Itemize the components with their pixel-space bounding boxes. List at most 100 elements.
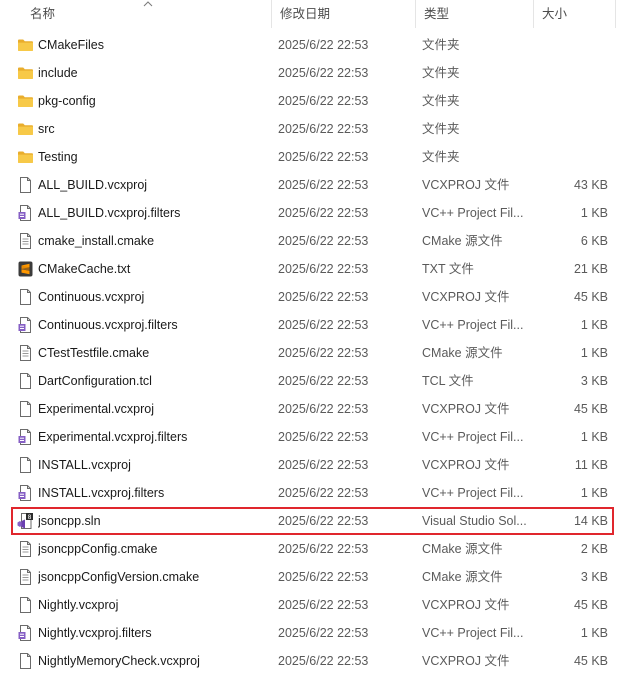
file-row[interactable]: Continuous.vcxproj.filters 2025/6/22 22:5… [0,311,627,339]
file-size: 1 KB [580,346,608,360]
vc-filters-file-icon [17,625,34,641]
folder-icon [17,93,34,109]
file-type: VC++ Project Fil... [422,626,524,640]
file-row[interactable]: Nightly.vcxproj 2025/6/22 22:53 VCXPROJ 文件… [0,591,627,619]
file-row[interactable]: include 2025/6/22 22:53 文件夹 [0,59,627,87]
file-name: INSTALL.vcxproj.filters [38,486,165,500]
text-file-icon [17,233,34,249]
file-date: 2025/6/22 22:53 [278,290,369,304]
file-date: 2025/6/22 22:53 [278,206,369,220]
file-type: 文件夹 [422,38,460,52]
sublime-text-file-icon [17,261,34,277]
file-size: 3 KB [580,570,608,584]
file-size: 43 KB [573,178,608,192]
file-name: src [38,122,55,136]
file-size: 1 KB [580,626,608,640]
file-row[interactable]: INSTALL.vcxproj.filters 2025/6/22 22:53 VC… [0,479,627,507]
text-file-icon [17,541,34,557]
column-date-label: 修改日期 [280,7,331,21]
column-date-header[interactable]: 修改日期 [271,0,415,28]
file-type: 文件夹 [422,150,460,164]
file-row[interactable]: ALL_BUILD.vcxproj.filters 2025/6/22 22:53… [0,199,627,227]
file-date: 2025/6/22 22:53 [278,38,369,52]
file-name: Experimental.vcxproj [38,402,155,416]
file-date: 2025/6/22 22:53 [278,374,369,388]
file-type: VCXPROJ 文件 [422,402,510,416]
file-type: TCL 文件 [422,374,474,388]
file-name: Continuous.vcxproj [38,290,145,304]
svg-text:8: 8 [28,514,32,521]
file-size: 14 KB [573,514,608,528]
file-size: 45 KB [573,402,608,416]
file-date: 2025/6/22 22:53 [278,654,369,668]
file-size [540,143,608,171]
file-name: CMakeCache.txt [38,262,131,276]
file-date: 2025/6/22 22:53 [278,402,369,416]
file-name: CTestTestfile.cmake [38,346,150,360]
file-date: 2025/6/22 22:53 [278,262,369,276]
file-icon [17,597,34,613]
file-type: TXT 文件 [422,262,474,276]
file-type: CMake 源文件 [422,346,503,360]
file-date: 2025/6/22 22:53 [278,318,369,332]
file-icon [17,401,34,417]
file-date: 2025/6/22 22:53 [278,94,369,108]
file-icon [17,457,34,473]
file-type: CMake 源文件 [422,570,503,584]
file-type: VC++ Project Fil... [422,430,524,444]
file-size: 2 KB [580,542,608,556]
file-size [540,87,608,115]
column-header-end [615,0,627,28]
file-name: CMakeFiles [38,38,104,52]
file-row[interactable]: CMakeCache.txt 2025/6/22 22:53 TXT 文件 21 KB [0,255,627,283]
file-row[interactable]: Experimental.vcxproj 2025/6/22 22:53 VCXPR… [0,395,627,423]
file-type: 文件夹 [422,122,460,136]
file-row[interactable]: jsoncppConfig.cmake 2025/6/22 22:53 CMake … [0,535,627,563]
file-row[interactable]: cmake_install.cmake 2025/6/22 22:53 CMake … [0,227,627,255]
file-name: ALL_BUILD.vcxproj [38,178,148,192]
file-type: VCXPROJ 文件 [422,290,510,304]
file-size: 45 KB [573,654,608,668]
file-row[interactable]: NightlyMemoryCheck.vcxproj 2025/6/22 22:5… [0,647,627,675]
file-icon [17,289,34,305]
file-size [540,31,608,59]
column-type-header[interactable]: 类型 [415,0,533,28]
file-row[interactable]: 8 jsoncpp.sln 2025/6/22 22:53 Visual Studio… [0,507,627,535]
file-icon [17,653,34,669]
file-row[interactable]: Continuous.vcxproj 2025/6/22 22:53 VCXPROJ… [0,283,627,311]
folder-icon [17,37,34,53]
file-date: 2025/6/22 22:53 [278,178,369,192]
vc-filters-file-icon [17,429,34,445]
file-row[interactable]: jsoncppConfigVersion.cmake 2025/6/22 22:5… [0,563,627,591]
file-row[interactable]: CMakeFiles 2025/6/22 22:53 文件夹 [0,31,627,59]
file-date: 2025/6/22 22:53 [278,514,369,528]
file-date: 2025/6/22 22:53 [278,234,369,248]
file-row[interactable]: DartConfiguration.tcl 2025/6/22 22:53 TCL … [0,367,627,395]
file-type: Visual Studio Sol... [422,514,527,528]
file-row[interactable]: Experimental.vcxproj.filters 2025/6/22 22… [0,423,627,451]
file-size: 1 KB [580,318,608,332]
file-date: 2025/6/22 22:53 [278,66,369,80]
file-name: jsoncpp.sln [38,514,101,528]
file-row[interactable]: src 2025/6/22 22:53 文件夹 [0,115,627,143]
file-name: Nightly.vcxproj.filters [38,626,152,640]
column-type-label: 类型 [424,7,450,21]
file-row[interactable]: pkg-config 2025/6/22 22:53 文件夹 [0,87,627,115]
file-row[interactable]: CTestTestfile.cmake 2025/6/22 22:53 CMake … [0,339,627,367]
file-type: 文件夹 [422,94,460,108]
file-type: VCXPROJ 文件 [422,178,510,192]
column-size-header[interactable]: 大小 [533,0,615,28]
file-name: ALL_BUILD.vcxproj.filters [38,206,181,220]
file-row[interactable]: ALL_BUILD.vcxproj 2025/6/22 22:53 VCXPROJ … [0,171,627,199]
file-date: 2025/6/22 22:53 [278,122,369,136]
file-name: Nightly.vcxproj [38,598,119,612]
file-type: VCXPROJ 文件 [422,598,510,612]
file-name: include [38,66,78,80]
file-list: CMakeFiles 2025/6/22 22:53 文件夹 include 2025/… [0,31,627,675]
file-row[interactable]: INSTALL.vcxproj 2025/6/22 22:53 VCXPROJ 文件… [0,451,627,479]
file-row[interactable]: Testing 2025/6/22 22:53 文件夹 [0,143,627,171]
file-date: 2025/6/22 22:53 [278,346,369,360]
file-row[interactable]: Nightly.vcxproj.filters 2025/6/22 22:53 VC… [0,619,627,647]
file-date: 2025/6/22 22:53 [278,542,369,556]
file-name: jsoncppConfig.cmake [38,542,158,556]
